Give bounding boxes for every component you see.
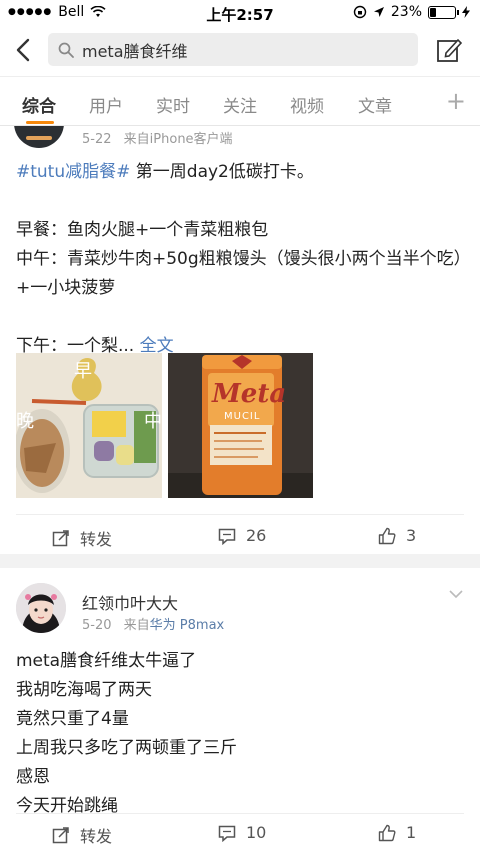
thumbs-up-icon	[378, 824, 396, 841]
post-actions: 转发 10 1	[0, 813, 480, 853]
photo-label-evening: 晚	[16, 411, 34, 432]
search-tabs: 综合 用户 实时 关注 视频 文章 +	[0, 76, 480, 126]
thumbs-up-icon	[378, 527, 396, 544]
lock-rotation-icon	[353, 5, 367, 19]
tab-realtime[interactable]: 实时	[156, 92, 190, 117]
post-meta: 5-22 来自iPhone客户端	[82, 128, 233, 147]
repost-icon	[52, 530, 69, 547]
comment-button[interactable]: 10	[218, 823, 266, 842]
photo-label-noon: 中	[144, 411, 162, 432]
compose-icon[interactable]	[436, 37, 462, 63]
comment-count: 26	[246, 526, 267, 545]
search-icon	[58, 42, 74, 58]
photo-label-morning: 早	[74, 361, 92, 382]
repost-button[interactable]: 转发	[52, 823, 112, 847]
repost-label: 转发	[80, 530, 113, 549]
metamucil-jar	[168, 353, 313, 498]
avatar-image	[16, 583, 66, 633]
comment-icon	[218, 825, 236, 842]
breakfast-line: 早餐：鱼肉火腿+一个青菜粗粮包	[16, 220, 269, 240]
repost-icon	[52, 827, 69, 844]
repost-button[interactable]: 转发	[52, 526, 112, 550]
battery-icon	[428, 5, 459, 19]
divider	[16, 514, 464, 515]
source-prefix: 来自	[123, 618, 150, 633]
tab-articles[interactable]: 文章	[358, 92, 392, 117]
avatar[interactable]	[14, 126, 64, 148]
post-line: 上周我只多吃了两顿重了三斤	[16, 738, 237, 758]
post-card[interactable]: 红领巾叶大大 5-20 来自华为 P8max meta膳食纤维太牛逼了 我胡吃海…	[0, 568, 480, 853]
hashtag-link[interactable]: #tutu减脂餐#	[16, 162, 130, 182]
comment-count: 10	[246, 823, 267, 842]
post-actions: 转发 26 3	[0, 516, 480, 554]
active-tab-indicator	[26, 121, 54, 124]
author-name[interactable]: 红领巾叶大大	[82, 590, 178, 614]
product-photo[interactable]: Meta MUCIL	[168, 353, 313, 498]
post-source: iPhone客户端	[149, 132, 233, 147]
section-divider	[0, 554, 480, 568]
lunch-line: 中午：青菜炒牛肉+50g粗粮馒头（馒头很小两个当半个吃）+一小块菠萝	[16, 249, 463, 298]
post-line: 我胡吃海喝了两天	[16, 680, 152, 700]
post-line: 感恩	[16, 767, 50, 787]
post-line: meta膳食纤维太牛逼了	[16, 651, 197, 671]
comment-icon	[218, 528, 236, 545]
like-count: 3	[406, 526, 417, 545]
product-subbrand: MUCIL	[224, 411, 261, 422]
post-line: 竟然只重了4量	[16, 709, 129, 729]
location-icon	[373, 7, 384, 17]
post-card[interactable]: 5-22 来自iPhone客户端 #tutu减脂餐# 第一周day2低碳打卡。 …	[0, 126, 480, 554]
post-body: #tutu减脂餐# 第一周day2低碳打卡。 早餐：鱼肉火腿+一个青菜粗粮包 中…	[16, 158, 466, 361]
weibo-search-results: ●●●●● Bell 上午2:57 23% meta膳食纤维 综合 用户 实时 …	[0, 0, 480, 853]
like-button[interactable]: 1	[378, 823, 416, 842]
meal-photo[interactable]: 早 晚 中	[16, 353, 162, 498]
chevron-down-icon[interactable]	[448, 588, 464, 600]
source-prefix: 来自	[123, 132, 150, 147]
repost-label: 转发	[80, 827, 113, 846]
search-header	[0, 26, 480, 76]
comment-button[interactable]: 26	[218, 526, 266, 545]
avatar[interactable]	[16, 583, 66, 633]
charging-icon	[462, 6, 470, 18]
post-date: 5-20	[82, 618, 112, 633]
like-button[interactable]: 3	[378, 526, 416, 545]
tab-all[interactable]: 综合	[22, 92, 56, 117]
status-bar: ●●●●● Bell 上午2:57 23%	[0, 0, 480, 26]
post-title: 第一周day2低碳打卡。	[130, 162, 314, 182]
search-input[interactable]	[82, 40, 402, 59]
post-meta: 5-20 来自华为 P8max	[82, 614, 224, 633]
add-tab-icon[interactable]: +	[446, 87, 466, 115]
battery-percent: 23%	[390, 4, 422, 20]
tab-users[interactable]: 用户	[89, 92, 123, 117]
back-arrow-icon[interactable]	[14, 38, 34, 62]
like-count: 1	[406, 823, 417, 842]
post-body: meta膳食纤维太牛逼了 我胡吃海喝了两天 竟然只重了4量 上周我只多吃了两顿重…	[16, 647, 466, 821]
tab-following[interactable]: 关注	[223, 92, 257, 117]
product-brand: Meta	[212, 379, 287, 409]
post-source: 华为 P8max	[149, 618, 225, 633]
search-box[interactable]	[48, 33, 418, 66]
tab-video[interactable]: 视频	[290, 92, 324, 117]
post-date: 5-22	[82, 132, 112, 147]
